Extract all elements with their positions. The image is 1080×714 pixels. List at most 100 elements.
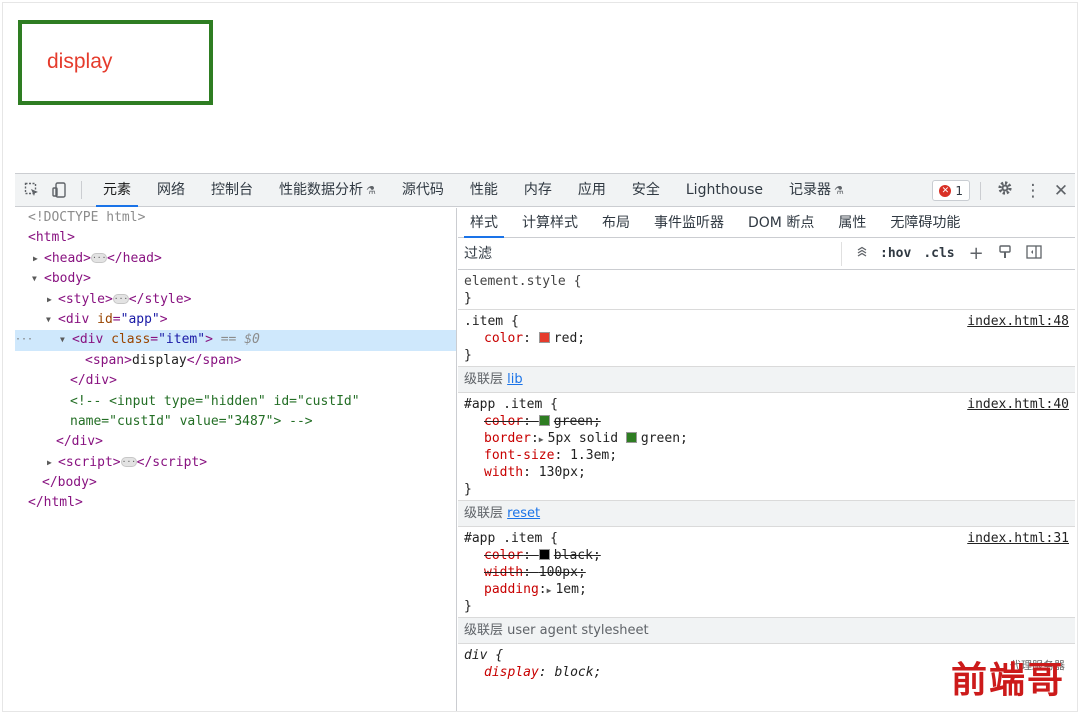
rule-close: } bbox=[464, 348, 472, 363]
tab-sources[interactable]: 源代码 bbox=[389, 174, 457, 207]
css-declaration[interactable]: color: red; bbox=[464, 330, 1075, 347]
expand-shorthand-icon[interactable]: ▶ bbox=[539, 435, 544, 444]
rule-app-item-lib[interactable]: #app .item {index.html:40 color: green; … bbox=[458, 393, 1075, 501]
tab-performance[interactable]: 性能 bbox=[457, 174, 511, 207]
css-declaration-overridden[interactable]: width: 100px; bbox=[464, 564, 1075, 581]
ellipsis-icon[interactable]: ··· bbox=[120, 457, 137, 468]
tab-performance-insights[interactable]: 性能数据分析 ⚗ bbox=[266, 174, 389, 207]
css-declaration[interactable]: padding:▶ 1em; bbox=[464, 581, 1075, 598]
inspect-icon[interactable] bbox=[21, 179, 43, 201]
layer-link-reset[interactable]: reset bbox=[507, 506, 540, 521]
close-icon[interactable]: ✕ bbox=[1047, 181, 1075, 201]
subtab-computed[interactable]: 计算样式 bbox=[510, 208, 590, 238]
tab-memory[interactable]: 内存 bbox=[511, 174, 565, 207]
color-swatch[interactable] bbox=[538, 415, 550, 426]
collapse-triangle-icon[interactable]: ▼ bbox=[60, 330, 65, 350]
ellipsis-icon[interactable]: ··· bbox=[112, 294, 129, 305]
css-declaration[interactable]: width: 130px; bbox=[464, 464, 1075, 481]
tab-elements[interactable]: 元素 bbox=[90, 174, 144, 207]
tree-line[interactable]: <!-- <input type="hidden" id="custId" bbox=[15, 392, 456, 412]
tree-line[interactable]: </html> bbox=[15, 493, 456, 513]
sidebar-toggle-icon[interactable] bbox=[1026, 244, 1042, 263]
layer-link-lib[interactable]: lib bbox=[507, 372, 522, 387]
gear-icon[interactable] bbox=[991, 180, 1019, 201]
collapse-triangle-icon[interactable]: ▼ bbox=[32, 269, 37, 289]
div-tag-close: div bbox=[85, 373, 110, 389]
expand-triangle-icon[interactable]: ▶ bbox=[47, 290, 52, 310]
expand-triangle-icon[interactable]: ▶ bbox=[47, 453, 52, 473]
subtab-dom-breakpoints[interactable]: DOM 断点 bbox=[736, 208, 826, 238]
tree-line[interactable]: </div> bbox=[15, 432, 456, 452]
screenshot-frame: display 元素 网络 控制台 性能数据分析 ⚗ 源代码 性能 内存 应用 安… bbox=[2, 2, 1078, 712]
color-swatch[interactable] bbox=[538, 549, 550, 560]
tab-network[interactable]: 网络 bbox=[144, 174, 198, 207]
tree-line[interactable]: name="custId" value="3487"> --> bbox=[15, 412, 456, 432]
rendering-emulation-icon[interactable] bbox=[856, 246, 868, 262]
subtab-layout[interactable]: 布局 bbox=[590, 208, 642, 238]
error-badge[interactable]: ✕ 1 bbox=[932, 180, 970, 201]
expand-triangle-icon[interactable]: ▶ bbox=[33, 249, 38, 269]
rule-app-item-reset[interactable]: #app .item {index.html:31 color: black; … bbox=[458, 527, 1075, 618]
rule-source-link[interactable]: index.html:31 bbox=[967, 530, 1069, 547]
cascade-layer-header: 级联层 reset bbox=[458, 501, 1075, 527]
tab-recorder[interactable]: 记录器 ⚗ bbox=[776, 174, 857, 207]
rule-source-link[interactable]: index.html:48 bbox=[967, 313, 1069, 330]
comment-node-cont: name="custId" value="3487"> --> bbox=[70, 413, 313, 429]
cls-button[interactable]: .cls bbox=[923, 246, 954, 261]
color-swatch[interactable] bbox=[625, 432, 637, 443]
tree-line-selected[interactable]: ··· ▼ <div class="item"> == $0 bbox=[15, 330, 456, 351]
div-tag: div bbox=[65, 311, 90, 327]
layer-prefix: 级联层 bbox=[464, 623, 504, 638]
css-declaration[interactable]: font-size: 1.3em; bbox=[464, 447, 1075, 464]
subtab-styles[interactable]: 样式 bbox=[458, 208, 510, 238]
prop-value: green bbox=[640, 431, 681, 446]
more-dots-icon[interactable]: ··· bbox=[15, 330, 33, 350]
computed-styles-toggle-icon[interactable] bbox=[998, 244, 1012, 263]
tree-line[interactable]: ▶ <style>···</style> bbox=[15, 290, 456, 310]
tab-lighthouse[interactable]: Lighthouse bbox=[673, 174, 776, 207]
css-declaration-overridden[interactable]: color: black; bbox=[464, 547, 1075, 564]
collapse-triangle-icon[interactable]: ▼ bbox=[46, 310, 51, 330]
tab-application[interactable]: 应用 bbox=[565, 174, 619, 207]
device-toggle-icon[interactable] bbox=[49, 179, 71, 201]
css-declaration[interactable]: border:▶ 5px solid green; bbox=[464, 430, 1075, 447]
rule-item[interactable]: .item { index.html:48 color: red; } bbox=[458, 310, 1075, 367]
tree-line[interactable]: </div> bbox=[15, 371, 456, 391]
layer-label-ua: user agent stylesheet bbox=[507, 623, 649, 638]
tree-line[interactable]: <!DOCTYPE html> bbox=[15, 208, 456, 228]
attr-name: class bbox=[111, 332, 151, 348]
tree-line[interactable]: <html> bbox=[15, 228, 456, 248]
add-rule-icon[interactable]: + bbox=[969, 243, 984, 264]
more-icon[interactable]: ⋮ bbox=[1019, 181, 1047, 201]
ellipsis-icon[interactable]: ··· bbox=[90, 253, 107, 264]
prop-value: red bbox=[553, 331, 578, 346]
span-tag-close: span bbox=[202, 352, 234, 368]
cascade-layer-header: 级联层 user agent stylesheet bbox=[458, 618, 1075, 644]
tree-line[interactable]: </body> bbox=[15, 473, 456, 493]
html-tag: html bbox=[35, 230, 68, 246]
subtab-properties[interactable]: 属性 bbox=[826, 208, 878, 238]
tree-line[interactable]: <span>display</span> bbox=[15, 351, 456, 371]
css-declaration-overridden[interactable]: color: green; bbox=[464, 413, 1075, 430]
body-tag-close: body bbox=[57, 475, 89, 491]
filter-input[interactable] bbox=[464, 241, 842, 266]
tab-console[interactable]: 控制台 bbox=[198, 174, 266, 207]
tab-security[interactable]: 安全 bbox=[619, 174, 673, 207]
tree-line[interactable]: ▼ <div id="app"> bbox=[15, 310, 456, 330]
prop-name: width bbox=[484, 465, 524, 480]
attr-name: id bbox=[97, 311, 113, 327]
prop-value: 130px bbox=[538, 465, 578, 480]
expand-shorthand-icon[interactable]: ▶ bbox=[547, 586, 552, 595]
toolbar-divider bbox=[980, 181, 981, 200]
color-swatch[interactable] bbox=[538, 332, 550, 343]
rule-selector: .item { bbox=[464, 314, 519, 329]
tree-line[interactable]: ▶ <script>···</script> bbox=[15, 453, 456, 473]
rule-source-link[interactable]: index.html:40 bbox=[967, 396, 1069, 413]
error-icon: ✕ bbox=[939, 184, 952, 197]
rule-element-style[interactable]: element.style { } bbox=[458, 270, 1075, 310]
tree-line[interactable]: ▼ <body> bbox=[15, 269, 456, 289]
hov-button[interactable]: :hov bbox=[880, 246, 911, 261]
subtab-accessibility[interactable]: 无障碍功能 bbox=[878, 208, 972, 238]
tree-line[interactable]: ▶ <head>···</head> bbox=[15, 249, 456, 269]
subtab-event-listeners[interactable]: 事件监听器 bbox=[642, 208, 736, 238]
